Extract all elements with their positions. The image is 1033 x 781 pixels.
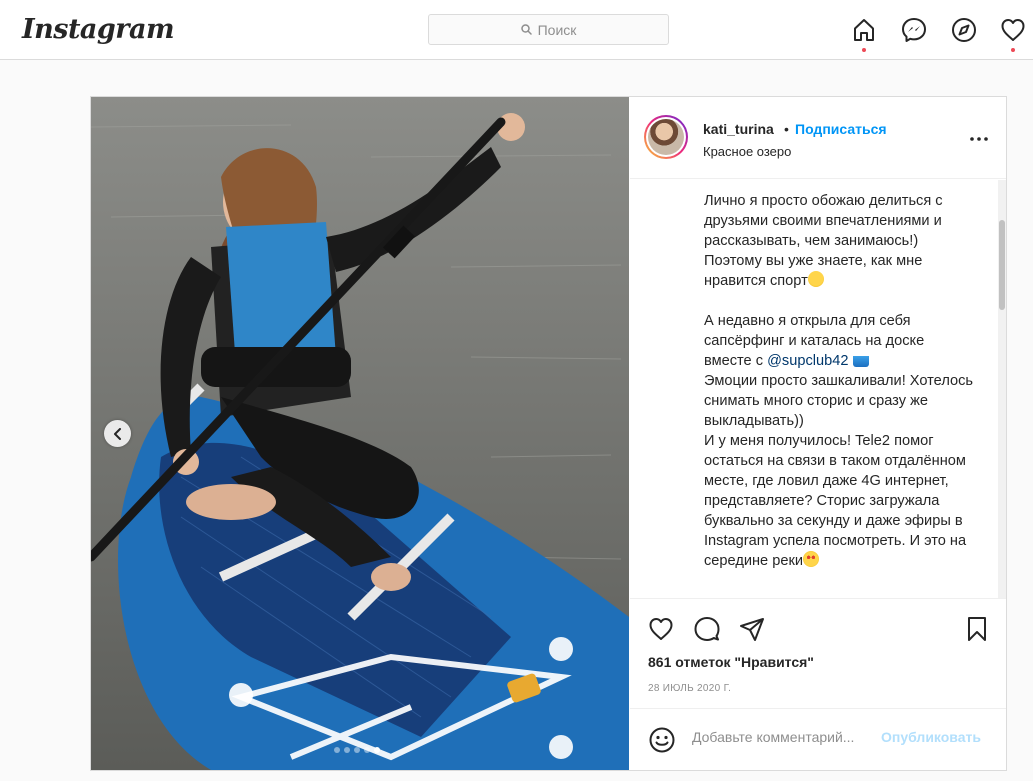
caption-scrollbar[interactable] [998, 180, 1006, 598]
post-header: kati_turina • Подписаться Красное озеро [630, 97, 1006, 179]
messenger-icon[interactable] [900, 16, 928, 44]
scrollbar-thumb[interactable] [999, 220, 1005, 310]
search-box[interactable]: Поиск [428, 14, 669, 45]
caption-paragraph-1: Лично я просто обожаю делиться с друзьям… [704, 193, 943, 289]
mention-link[interactable]: @supclub42 [767, 353, 848, 369]
avatar[interactable] [644, 115, 688, 159]
comment-icon[interactable] [693, 615, 721, 643]
home-notification-dot [862, 48, 866, 52]
caption-paragraph-3: Эмоции просто зашкаливали! Хотелось сним… [704, 373, 974, 569]
location-link[interactable]: Красное озеро [703, 144, 791, 159]
search-placeholder: Поиск [537, 21, 577, 38]
caption-area: Лично я просто обожаю делиться с друзьям… [630, 180, 1006, 598]
avatar-image [648, 119, 684, 155]
carousel-dot [354, 747, 360, 753]
post-image [91, 97, 629, 770]
carousel-dot [334, 747, 340, 753]
home-icon[interactable] [850, 16, 878, 44]
caption-text: Лично я просто обожаю делиться с друзьям… [704, 191, 974, 571]
more-options-icon[interactable] [969, 137, 989, 141]
explore-icon[interactable] [950, 16, 978, 44]
share-icon[interactable] [738, 615, 766, 643]
instagram-logo[interactable]: Instagram [22, 14, 175, 45]
carousel-previous-button[interactable] [104, 420, 131, 447]
carousel-dot [344, 747, 350, 753]
activity-heart-icon[interactable] [999, 16, 1027, 44]
search-icon [520, 24, 532, 35]
star-struck-emoji-icon [803, 551, 819, 567]
publish-button[interactable]: Опубликовать [881, 729, 981, 745]
carousel-dot [364, 747, 370, 753]
post-actions: 861 отметок "Нравится" 28 ИЮЛЬ 2020 Г. [630, 598, 1006, 708]
likes-count[interactable]: 861 отметок "Нравится" [648, 654, 814, 670]
comment-input[interactable]: Добавьте комментарий... [692, 729, 854, 745]
follow-button[interactable]: Подписаться [795, 121, 887, 137]
separator-dot: • [784, 121, 789, 137]
bookmark-icon[interactable] [963, 615, 991, 643]
carousel-indicator [334, 747, 380, 753]
carousel-dot-active [374, 747, 380, 753]
post-side-panel: kati_turina • Подписаться Красное озеро … [630, 97, 1006, 770]
comment-box: Добавьте комментарий... Опубликовать [630, 708, 1006, 770]
post-photo [91, 97, 629, 770]
emoji-picker-icon[interactable] [648, 726, 676, 754]
chevron-left-icon [113, 427, 121, 440]
like-heart-icon[interactable] [647, 615, 675, 643]
activity-notification-dot [1011, 48, 1015, 52]
post-card: kati_turina • Подписаться Красное озеро … [90, 96, 1007, 771]
wave-emoji-icon [852, 351, 869, 367]
top-navigation-bar: Instagram Поиск [0, 0, 1033, 60]
username-link[interactable]: kati_turina [703, 121, 774, 137]
smiling-emoji-icon [807, 271, 824, 287]
post-date: 28 ИЮЛЬ 2020 Г. [648, 683, 732, 694]
